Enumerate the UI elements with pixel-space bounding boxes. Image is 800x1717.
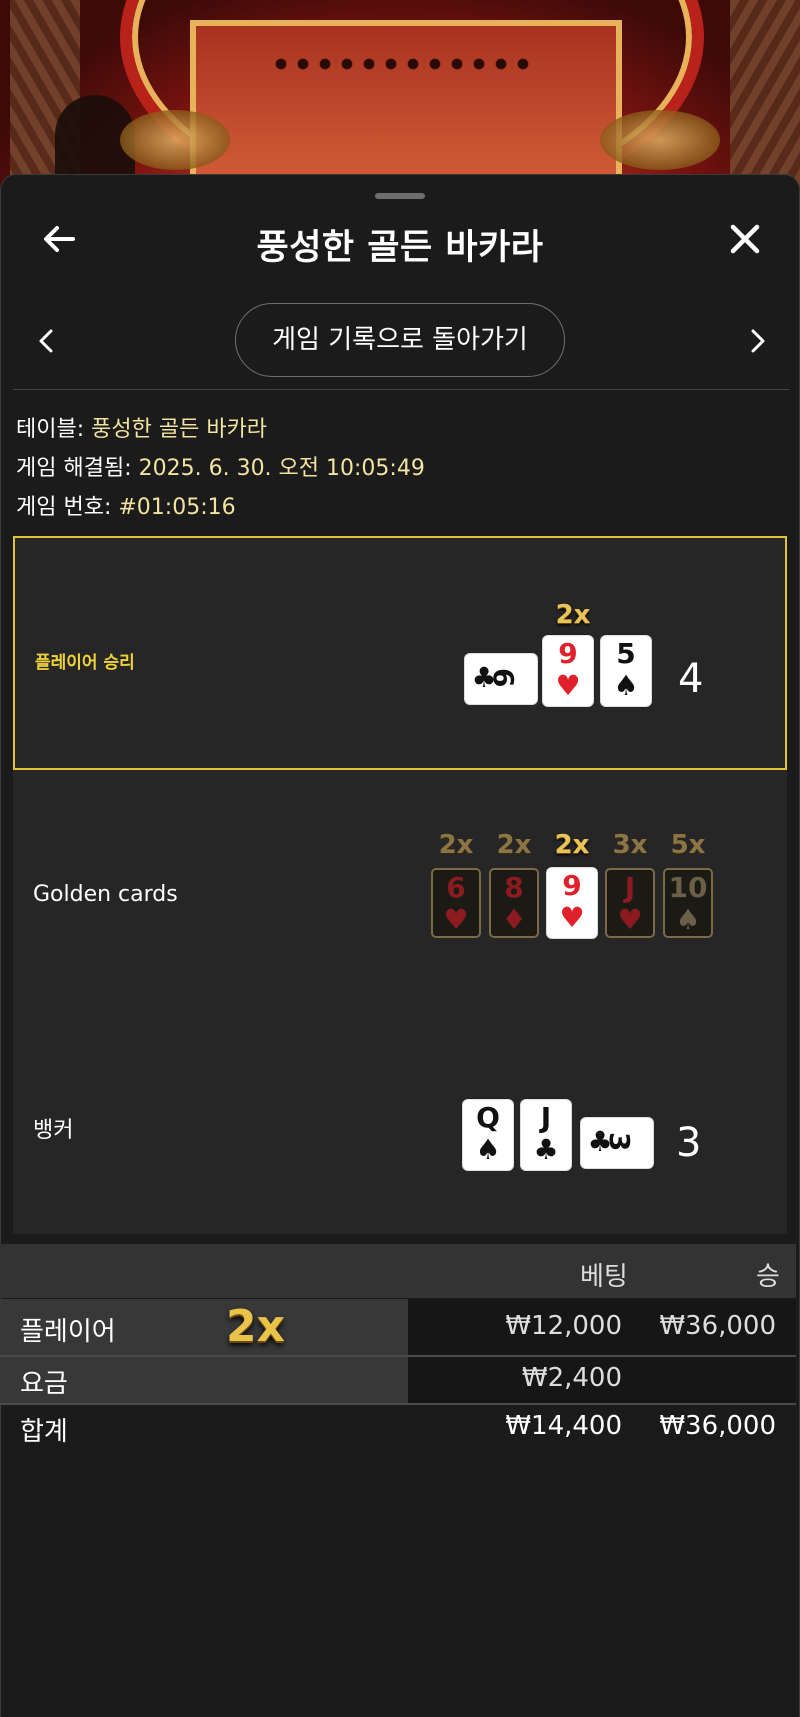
info-table-label: 테이블:: [16, 417, 85, 442]
card-rank: Q: [476, 1101, 500, 1134]
total-label: 합계: [20, 1417, 68, 1447]
golden-card: 6 ♥: [431, 868, 481, 938]
col-win-header: 승: [756, 1262, 780, 1292]
divider: [13, 389, 789, 390]
banker-label: 뱅커: [33, 1118, 74, 1143]
golden-card: 10 ♠: [663, 868, 713, 938]
card-suit-icon: ♥: [555, 669, 581, 702]
decor-dragon-right: [600, 110, 720, 170]
golden-card-multiplier: 2x: [554, 830, 590, 860]
card-rank: 5: [616, 637, 636, 670]
card-suit-icon: ♥: [559, 901, 585, 934]
player-multiplier: 2x: [555, 600, 591, 630]
player-score: 4: [678, 656, 704, 702]
chevron-left-icon[interactable]: [31, 321, 61, 361]
banker-panel: 뱅커 Q ♠ J ♣ 3 ♣ 3: [13, 1002, 787, 1234]
player-win-label: 플레이어 승리: [35, 653, 135, 673]
row-player-bet: ₩12,000: [505, 1311, 622, 1341]
card-rank: 9: [558, 637, 578, 670]
live-video-background: [0, 0, 800, 200]
player-card: 6 ♣: [465, 654, 537, 704]
card-suit-icon: ♠: [613, 669, 639, 702]
player-card: 5 ♠: [601, 636, 651, 706]
row-fee-bet: ₩2,400: [521, 1363, 622, 1393]
info-game-number-value: #01:05:16: [118, 495, 236, 520]
banker-score: 3: [676, 1120, 702, 1166]
table-row: 플레이어 2x ₩12,000 ₩36,000: [0, 1299, 796, 1355]
player-card: 9 ♥: [543, 636, 593, 706]
decor-dragon-left: [120, 110, 230, 170]
drag-handle-icon[interactable]: [375, 193, 425, 199]
card-suit-icon: ♣: [533, 1133, 559, 1166]
card-suit-icon: ♣: [471, 661, 497, 694]
card-rank: J: [624, 871, 636, 904]
game-details-sheet: 풍성한 골든 바카라 게임 기록으로 돌아가기 테이블: 풍성한 골든 바카라 …: [0, 174, 800, 1717]
card-suit-icon: ♥: [443, 903, 469, 936]
decor-panel-right: [730, 0, 800, 200]
header: 풍성한 골든 바카라: [1, 205, 799, 275]
info-table: 테이블: 풍성한 골든 바카라: [16, 411, 267, 443]
row-fee-label: 요금: [20, 1369, 68, 1399]
table-row: 요금 ₩2,400: [0, 1357, 796, 1403]
info-resolved-value: 2025. 6. 30. 오전 10:05:49: [138, 456, 425, 481]
banker-card: J ♣: [521, 1100, 571, 1170]
bets-table-header: 베팅 승: [0, 1244, 796, 1298]
info-table-value: 풍성한 골든 바카라: [91, 417, 268, 442]
decor-inner-panel: [190, 20, 622, 200]
banker-card: Q ♠: [463, 1100, 513, 1170]
card-rank: 10: [668, 871, 708, 904]
card-suit-icon: ♠: [475, 1133, 501, 1166]
info-game-number-label: 게임 번호:: [16, 495, 112, 520]
golden-card-multiplier: 2x: [438, 830, 474, 860]
decor-rings: [270, 55, 530, 73]
back-to-history-button[interactable]: 게임 기록으로 돌아가기: [235, 303, 565, 377]
total-bet: ₩14,400: [505, 1411, 622, 1441]
golden-card-multiplier: 5x: [670, 830, 706, 860]
row-player-win: ₩36,000: [659, 1311, 776, 1341]
close-icon[interactable]: [725, 219, 765, 259]
card-rank: 8: [504, 871, 524, 904]
table-row-total: 합계 ₩14,400 ₩36,000: [0, 1405, 796, 1455]
golden-card: 8 ♦: [489, 868, 539, 938]
player-panel: 플레이어 승리 2x 6 ♣ 9 ♥ 5 ♠ 4: [13, 536, 787, 770]
golden-cards-panel: Golden cards 2x 6 ♥ 2x 8 ♦ 2x 9 ♥ 3x J ♥ 5x 10 ♠: [13, 770, 787, 1002]
card-suit-icon: ♦: [501, 903, 527, 936]
card-rank: J: [540, 1101, 552, 1134]
golden-card: 9 ♥: [547, 868, 597, 938]
golden-card-multiplier: 2x: [496, 830, 532, 860]
golden-card: J ♥: [605, 868, 655, 938]
banker-card: 3 ♣: [581, 1118, 653, 1168]
card-suit-icon: ♠: [675, 903, 701, 936]
info-game-number: 게임 번호: #01:05:16: [16, 489, 236, 521]
row-player-badge: 2x: [226, 1301, 285, 1352]
col-bet-header: 베팅: [580, 1262, 628, 1292]
info-resolved: 게임 해결됨: 2025. 6. 30. 오전 10:05:49: [16, 450, 425, 482]
page-title: 풍성한 골든 바카라: [256, 228, 544, 268]
total-win: ₩36,000: [659, 1411, 776, 1441]
row-player-label: 플레이어: [20, 1317, 116, 1347]
card-rank: 6: [446, 871, 466, 904]
chevron-right-icon[interactable]: [743, 321, 773, 361]
card-suit-icon: ♣: [587, 1125, 613, 1158]
game-navigation: 게임 기록으로 돌아가기: [1, 301, 799, 381]
card-rank: 9: [562, 869, 582, 902]
golden-card-multiplier: 3x: [612, 830, 648, 860]
card-suit-icon: ♥: [617, 903, 643, 936]
golden-cards-label: Golden cards: [33, 882, 178, 907]
info-resolved-label: 게임 해결됨:: [16, 456, 132, 481]
